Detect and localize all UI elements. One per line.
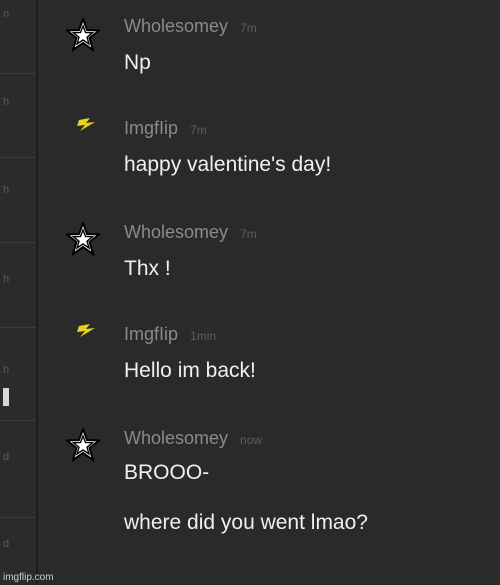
channel-item[interactable]: d <box>0 421 36 518</box>
channel-item[interactable]: h <box>0 158 36 243</box>
channel-item[interactable]: h <box>0 74 36 158</box>
message-list: Wholesomey 7m Np ImgfIip 7m happy valentin… <box>38 0 500 585</box>
message: ImgfIip 7m happy valentine's day! <box>38 118 500 180</box>
message-header: Wholesomey 7m <box>124 222 257 243</box>
message-header: ImgfIip 1min <box>124 324 216 345</box>
channel-item-label: n <box>3 8 10 20</box>
lightning-icon[interactable] <box>74 112 100 138</box>
message-text: Hello im back! <box>124 359 256 382</box>
message-text: BROOO- <box>124 461 210 484</box>
star-icon[interactable] <box>66 18 100 52</box>
channel-item-label: d <box>3 451 10 463</box>
username[interactable]: Wholesomey <box>124 222 228 242</box>
lightning-icon[interactable] <box>74 318 100 344</box>
username[interactable]: Wholesomey <box>124 428 228 448</box>
channel-item-label: h <box>3 273 10 285</box>
message-header: ImgfIip 7m <box>124 118 207 139</box>
message-text: happy valentine's day! <box>124 153 332 176</box>
channel-item-label: d <box>3 538 10 550</box>
channel-item[interactable]: n <box>0 0 36 74</box>
watermark: imgflip.com <box>3 572 54 583</box>
message-text: Thx ! <box>124 257 171 280</box>
username[interactable]: ImgfIip <box>124 324 178 344</box>
chat-window: n h h h h d d Wholesomey 7m Np ImgfIip 7… <box>0 0 500 585</box>
timestamp: 7m <box>240 227 257 241</box>
message-header: Wholesomey now <box>124 428 262 449</box>
unread-indicator <box>3 388 9 406</box>
username[interactable]: Wholesomey <box>124 16 228 36</box>
username[interactable]: ImgfIip <box>124 118 178 138</box>
channel-item-label: h <box>3 96 10 108</box>
channel-item-label: h <box>3 364 10 376</box>
message: Wholesomey 7m Np <box>38 16 500 76</box>
timestamp: 7m <box>190 123 207 137</box>
timestamp: 7m <box>240 21 257 35</box>
channel-list: n h h h h d d <box>0 0 36 585</box>
star-icon[interactable] <box>66 222 100 256</box>
message-text: Np <box>124 51 151 74</box>
channel-item[interactable]: h <box>0 328 36 421</box>
message: Wholesomey 7m Thx ! <box>38 222 500 282</box>
timestamp: now <box>240 433 263 447</box>
message: ImgfIip 1min Hello im back! <box>38 324 500 386</box>
star-icon[interactable] <box>66 428 100 462</box>
channel-item[interactable]: h <box>0 243 36 328</box>
timestamp: 1min <box>190 329 217 343</box>
channel-item-label: h <box>3 184 10 196</box>
message: Wholesomey now BROOO- where did you went … <box>38 428 500 548</box>
message-header: Wholesomey 7m <box>124 16 257 37</box>
message-text: where did you went lmao? <box>124 511 368 534</box>
